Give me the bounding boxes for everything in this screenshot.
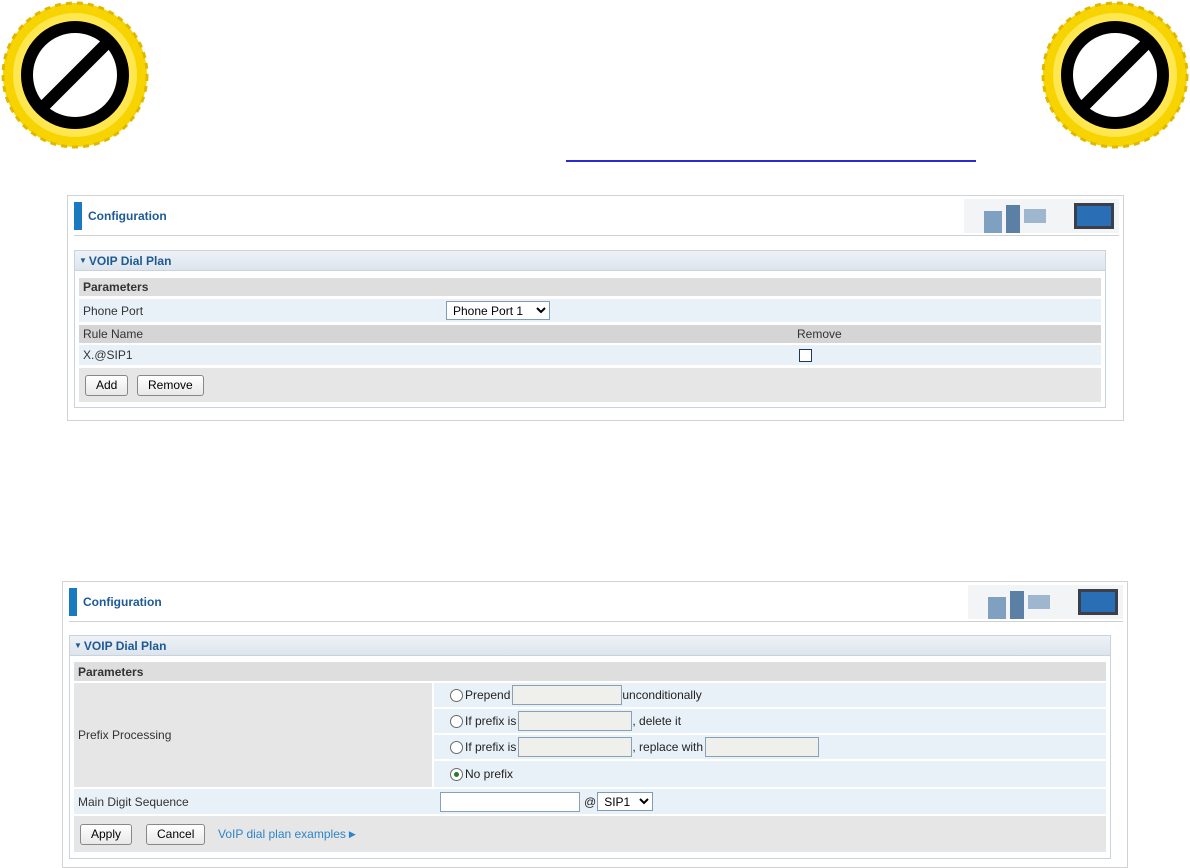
no-prefix-label: No prefix: [465, 767, 514, 781]
prepend-option-row: Prepend unconditionally: [434, 683, 1106, 707]
replace-prefix-option-row: If prefix is , replace with: [434, 735, 1106, 759]
phone-port-row: Phone Port Phone Port 1: [79, 299, 1101, 322]
panel-header: Configuration: [63, 582, 1127, 622]
dial-plan-examples-link[interactable]: VoIP dial plan examples ▶: [218, 816, 356, 852]
caret-right-icon: ▶: [348, 828, 356, 839]
office-scene-icon: [964, 199, 1119, 233]
prohibited-icon: [1041, 1, 1189, 149]
section-title: VOIP Dial Plan: [88, 254, 172, 268]
apply-button[interactable]: Apply: [80, 823, 133, 845]
underline-decoration: [566, 160, 976, 162]
parameters-label: Parameters: [78, 664, 144, 679]
office-scene-icon: [968, 585, 1123, 619]
delete-it-label: , delete it: [632, 714, 682, 728]
prefix-processing-label-cell: Prefix Processing: [74, 683, 432, 787]
prepend-radio[interactable]: [450, 688, 463, 702]
prohibited-badge-right: [1041, 1, 1189, 149]
if-prefix-label: If prefix is: [465, 714, 517, 728]
prohibited-badge-left: [1, 1, 149, 149]
parameters-row: Parameters: [79, 278, 1101, 296]
panel-header: Configuration: [68, 196, 1123, 236]
replace-with-label: , replace with: [632, 740, 704, 754]
delete-prefix-input[interactable]: [518, 711, 633, 731]
rules-table-header: Rule Name Remove: [79, 325, 1101, 343]
prepend-input[interactable]: [512, 685, 623, 705]
prohibited-icon: [1, 1, 149, 149]
if-prefix-label: If prefix is: [465, 740, 517, 754]
main-digit-sequence-label: Main Digit Sequence: [78, 794, 189, 809]
remove-button[interactable]: Remove: [137, 374, 204, 396]
page-title: Configuration: [88, 209, 167, 223]
table-row: X.@SIP1: [79, 345, 1101, 365]
configuration-panel-1: Configuration ▼ VOIP Dial Plan Parameters…: [67, 195, 1124, 421]
at-sign: @: [584, 794, 597, 809]
replace-prefix-input[interactable]: [518, 737, 633, 757]
header-accent-bar: [74, 202, 82, 230]
sip-account-select[interactable]: SIP1: [597, 792, 654, 811]
replace-with-input[interactable]: [705, 737, 820, 757]
section-title-bar: ▼ VOIP Dial Plan: [70, 636, 1110, 656]
no-prefix-radio[interactable]: [450, 767, 463, 781]
cancel-button[interactable]: Cancel: [146, 823, 206, 845]
parameters-row: Parameters: [74, 662, 1106, 681]
no-prefix-option-row: No prefix: [434, 761, 1106, 787]
column-header-rule-name: Rule Name: [83, 327, 144, 341]
prepend-label: Prepend: [465, 688, 511, 702]
phone-port-label: Phone Port: [83, 303, 144, 318]
voip-dial-plan-section: ▼ VOIP Dial Plan Parameters Prefix Proces…: [69, 635, 1111, 859]
dial-plan-examples-label[interactable]: VoIP dial plan examples: [218, 827, 346, 841]
actions-row: Add Remove: [79, 368, 1101, 402]
configuration-panel-2: Configuration ▼ VOIP Dial Plan Parameters…: [62, 581, 1128, 868]
parameters-label: Parameters: [83, 280, 149, 294]
prefix-processing-label: Prefix Processing: [78, 728, 172, 742]
rule-name-cell: X.@SIP1: [83, 348, 133, 362]
voip-dial-plan-section: ▼ VOIP Dial Plan Parameters Phone Port Ph…: [74, 250, 1106, 408]
header-accent-bar: [69, 588, 77, 616]
section-title-bar: ▼ VOIP Dial Plan: [75, 251, 1105, 271]
main-digit-sequence-input[interactable]: [440, 791, 580, 812]
column-header-remove: Remove: [797, 327, 842, 341]
delete-prefix-option-row: If prefix is , delete it: [434, 709, 1106, 733]
phone-port-select[interactable]: Phone Port 1: [446, 301, 550, 320]
remove-rule-checkbox[interactable]: [799, 348, 812, 362]
replace-prefix-radio[interactable]: [450, 740, 463, 754]
main-digit-sequence-row: Main Digit Sequence @ SIP1: [74, 789, 1106, 814]
page-title: Configuration: [83, 595, 162, 609]
add-button[interactable]: Add: [85, 374, 129, 396]
unconditionally-label: unconditionally: [622, 688, 702, 702]
actions-row: Apply Cancel VoIP dial plan examples ▶: [74, 816, 1106, 852]
delete-prefix-radio[interactable]: [450, 714, 463, 728]
section-title: VOIP Dial Plan: [83, 639, 167, 653]
